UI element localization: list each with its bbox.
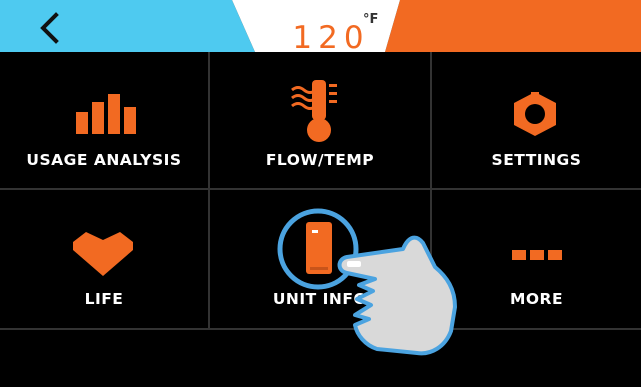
header-bar: 120 °F [0, 0, 641, 56]
tile-label: UNIT INFO [272, 290, 368, 308]
tile-label: LIFE [84, 290, 124, 308]
water-heater-unit-icon [277, 208, 359, 290]
tile-label: MORE [509, 290, 564, 308]
tile-usage-analysis[interactable]: USAGE ANALYSIS [0, 52, 208, 188]
temperature-unit: °F [363, 12, 379, 27]
more-icon [512, 250, 562, 260]
tile-settings[interactable]: SETTINGS [432, 52, 641, 188]
back-button[interactable] [30, 8, 70, 48]
tile-label: FLOW/TEMP [265, 151, 375, 169]
chevron-left-icon [40, 12, 59, 44]
tile-unit-info[interactable]: UNIT INFO [210, 190, 430, 328]
divider [0, 328, 641, 330]
temperature-display: 120 °F [266, 12, 396, 56]
tile-life[interactable]: LIFE [0, 190, 208, 328]
tile-label: USAGE ANALYSIS [26, 151, 182, 169]
tile-label: SETTINGS [491, 151, 582, 169]
heart-icon [73, 232, 133, 276]
temperature-value: 120 [292, 20, 370, 56]
gear-icon [514, 92, 556, 136]
thermometer-icon [291, 80, 337, 142]
tile-flow-temp[interactable]: FLOW/TEMP [210, 52, 430, 188]
menu-grid: USAGE ANALYSIS FLOW/TEMP SETTINGS LIFE U… [0, 52, 641, 330]
bar-chart-icon [76, 94, 136, 134]
tile-more[interactable]: MORE [432, 190, 641, 328]
